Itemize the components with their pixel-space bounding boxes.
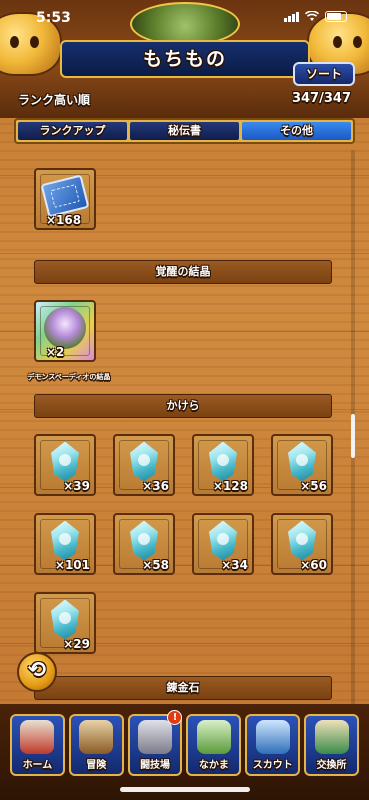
- inventory-item-shard[interactable]: ×34: [192, 513, 254, 575]
- nav-label: スカウト: [252, 760, 293, 771]
- status-bar: 5:53: [0, 0, 369, 36]
- scrollbar[interactable]: [351, 150, 355, 710]
- inventory-item-shard[interactable]: ×128: [192, 434, 254, 496]
- inventory-item-shard[interactable]: ×29: [34, 592, 96, 654]
- nav-adventure[interactable]: 冒険: [68, 714, 124, 776]
- item-quantity: ×34: [221, 558, 248, 572]
- item-count: 347/347: [291, 91, 351, 106]
- exchange-dragon-icon: [314, 720, 349, 754]
- inventory-item-ticket[interactable]: ×168: [34, 168, 96, 230]
- tab-secret-books[interactable]: 秘伝書: [130, 122, 239, 140]
- section-header-awakening-crystal: 覚醒の結晶: [34, 260, 332, 284]
- nav-label: 交換所: [316, 760, 347, 771]
- notification-badge: !: [167, 710, 183, 725]
- page-title-bar: もちもの: [60, 40, 310, 78]
- scrollbar-thumb[interactable]: [351, 414, 355, 458]
- section-header-shards: かけら: [34, 394, 332, 418]
- home-tent-icon: [20, 720, 55, 754]
- item-quantity: ×29: [63, 637, 90, 651]
- home-indicator[interactable]: [120, 787, 250, 792]
- nav-label: なかま: [198, 760, 229, 771]
- item-quantity: ×60: [300, 558, 327, 572]
- inventory-item-shard[interactable]: ×58: [113, 513, 175, 575]
- nav-exchange[interactable]: 交換所: [304, 714, 359, 776]
- cellular-signal-icon: [284, 11, 299, 22]
- item-quantity: ×168: [46, 213, 82, 227]
- inventory-item-shard[interactable]: ×60: [271, 513, 333, 575]
- page-title: もちもの: [142, 48, 227, 70]
- awakening-crystal-icon: [44, 306, 86, 349]
- nav-arena[interactable]: 闘技場 !: [127, 710, 183, 776]
- nav-label: 闘技場: [140, 760, 171, 771]
- category-tabs: ランクアップ 秘伝書 その他: [14, 118, 355, 144]
- inventory-list[interactable]: ×168 覚醒の結晶 ×2 デモンスペーディオの結晶 かけら ×39 ×36 ×…: [0, 148, 369, 708]
- wifi-icon: [305, 11, 319, 21]
- status-time: 5:53: [36, 10, 71, 26]
- scout-icon: [255, 720, 290, 754]
- inventory-item-awakening-crystal[interactable]: ×2: [34, 300, 96, 362]
- nav-party[interactable]: なかま: [186, 714, 242, 776]
- battery-icon: [325, 11, 347, 22]
- back-arrow-button[interactable]: ⟲: [17, 652, 57, 692]
- item-quantity: ×39: [63, 479, 90, 493]
- inventory-item-shard[interactable]: ×36: [113, 434, 175, 496]
- item-quantity: ×58: [142, 558, 169, 572]
- nav-label: 冒険: [86, 760, 107, 771]
- section-header-alchemy-stone: 錬金石: [34, 676, 332, 700]
- item-quantity: ×2: [46, 345, 65, 359]
- monster-friend-icon: [196, 720, 231, 754]
- sort-button[interactable]: ソート: [293, 62, 355, 86]
- sort-order-label: ランク高い順: [18, 93, 91, 107]
- arena-castle-icon: [138, 720, 173, 754]
- item-quantity: ×128: [212, 479, 248, 493]
- bottom-navigation: ホーム 冒険 闘技場 ! なかま スカウト 交換所: [0, 704, 369, 800]
- item-quantity: ×101: [54, 558, 90, 572]
- inventory-item-shard[interactable]: ×56: [271, 434, 333, 496]
- item-quantity: ×36: [142, 479, 169, 493]
- nav-scout[interactable]: スカウト: [245, 714, 301, 776]
- item-quantity: ×56: [300, 479, 327, 493]
- tab-rank-up[interactable]: ランクアップ: [18, 122, 127, 140]
- adventure-wagon-icon: [79, 720, 114, 754]
- inventory-item-shard[interactable]: ×101: [34, 513, 96, 575]
- nav-home[interactable]: ホーム: [10, 714, 65, 776]
- item-name-label: デモンスペーディオの結晶: [27, 373, 111, 381]
- tab-others[interactable]: その他: [242, 122, 351, 140]
- nav-label: ホーム: [22, 760, 53, 771]
- inventory-item-shard[interactable]: ×39: [34, 434, 96, 496]
